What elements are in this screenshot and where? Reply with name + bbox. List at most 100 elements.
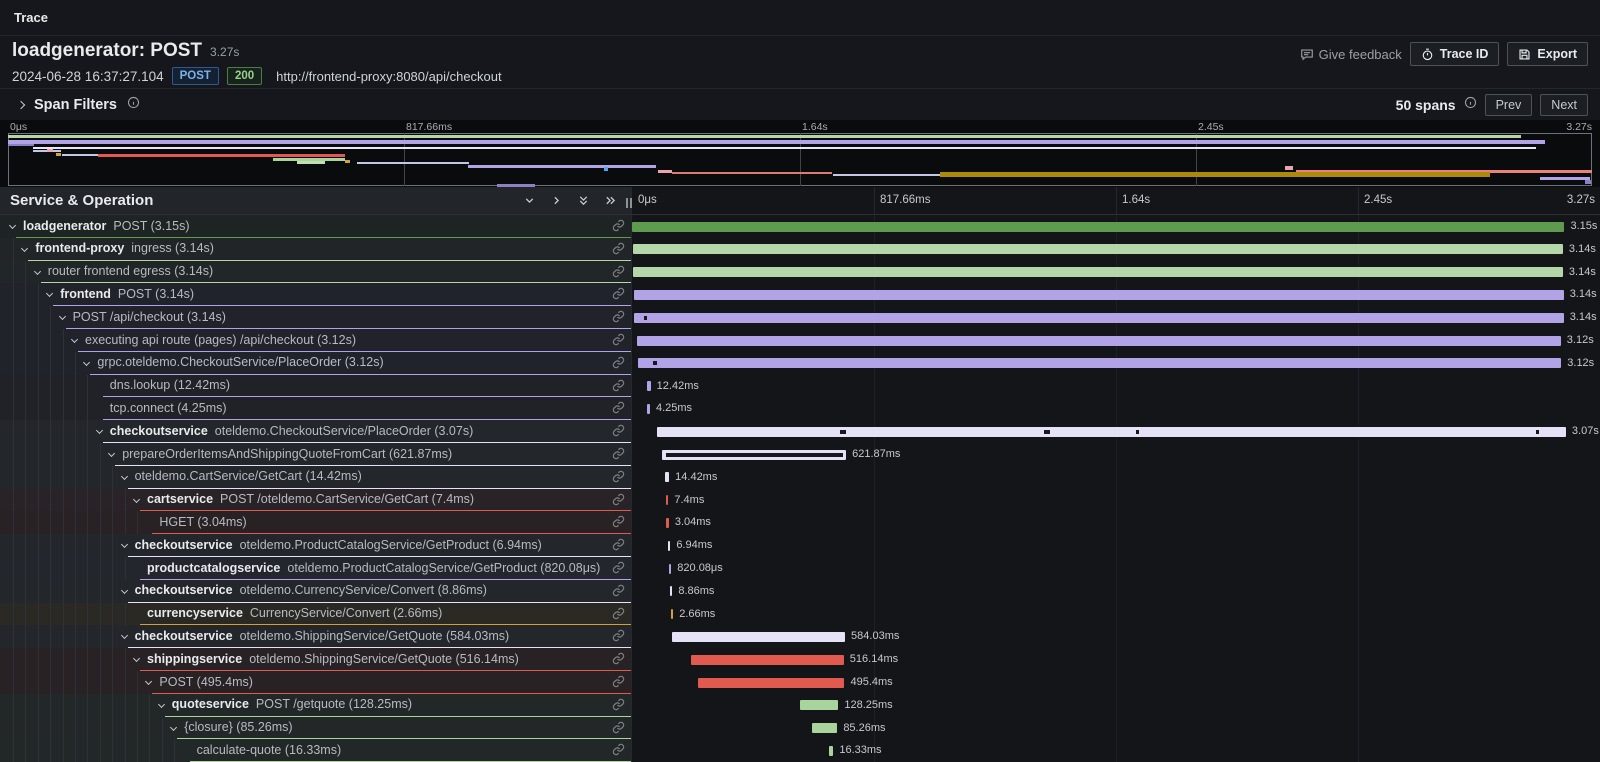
chevron-down-icon[interactable]: [170, 724, 177, 731]
chevron-down-icon[interactable]: [158, 701, 165, 708]
column-resize-handle[interactable]: [626, 198, 632, 208]
span-timeline-cell[interactable]: 6.94ms: [632, 534, 1600, 557]
span-row[interactable]: {closure} (85.26ms)85.26ms: [0, 717, 1600, 740]
span-link-icon[interactable]: [612, 310, 625, 328]
span-name-cell[interactable]: prepareOrderItemsAndShippingQuoteFromCar…: [0, 443, 632, 466]
span-name-cell[interactable]: HGET (3.04ms): [0, 511, 632, 534]
span-timeline-cell[interactable]: 85.26ms: [632, 717, 1600, 740]
span-link-icon[interactable]: [612, 470, 625, 488]
span-row[interactable]: currencyserviceCurrencyService/Convert (…: [0, 603, 1600, 626]
span-bar[interactable]: [647, 404, 650, 414]
span-name-cell[interactable]: frontendPOST (3.14s): [0, 283, 632, 306]
span-timeline-cell[interactable]: 128.25ms: [632, 694, 1600, 717]
span-name-cell[interactable]: grpc.oteldemo.CheckoutService/PlaceOrder…: [0, 352, 632, 375]
span-bar[interactable]: [633, 267, 1562, 277]
span-row[interactable]: loadgeneratorPOST (3.15s)3.15s: [0, 215, 1600, 238]
span-name-cell[interactable]: {closure} (85.26ms): [0, 717, 632, 740]
span-row[interactable]: POST (495.4ms)495.4ms: [0, 671, 1600, 694]
span-bar[interactable]: [668, 541, 671, 551]
trace-minimap[interactable]: 0μs817.66ms1.64s2.45s3.27s: [0, 120, 1600, 187]
span-bar[interactable]: [812, 723, 837, 733]
span-bar[interactable]: [633, 244, 1562, 254]
span-bar[interactable]: [698, 678, 845, 688]
span-bar[interactable]: [634, 313, 1563, 323]
span-timeline-cell[interactable]: 2.66ms: [632, 603, 1600, 626]
span-row[interactable]: checkoutserviceoteldemo.CurrencyService/…: [0, 580, 1600, 603]
span-row[interactable]: oteldemo.CartService/GetCart (14.42ms)14…: [0, 466, 1600, 489]
span-link-icon[interactable]: [612, 515, 625, 533]
span-timeline-cell[interactable]: 7.4ms: [632, 489, 1600, 512]
chevron-down-icon[interactable]: [9, 222, 16, 229]
span-link-icon[interactable]: [612, 652, 625, 670]
export-button[interactable]: Export: [1507, 42, 1588, 66]
span-timeline-cell[interactable]: 8.86ms: [632, 580, 1600, 603]
span-row[interactable]: POST /api/checkout (3.14s)3.14s: [0, 306, 1600, 329]
expand-one-icon[interactable]: [550, 194, 563, 207]
span-row[interactable]: checkoutserviceoteldemo.CheckoutService/…: [0, 420, 1600, 443]
span-link-icon[interactable]: [612, 493, 625, 511]
span-bar[interactable]: [657, 427, 1566, 437]
span-row[interactable]: quoteservicePOST /getquote (128.25ms)128…: [0, 694, 1600, 717]
span-bar[interactable]: [670, 586, 673, 596]
span-name-cell[interactable]: shippingserviceoteldemo.ShippingService/…: [0, 648, 632, 671]
span-timeline-cell[interactable]: 516.14ms: [632, 648, 1600, 671]
collapse-all-icon[interactable]: [577, 194, 590, 207]
span-timeline-cell[interactable]: 3.14s: [632, 261, 1600, 284]
span-timeline-cell[interactable]: 3.04ms: [632, 511, 1600, 534]
span-bar[interactable]: [800, 700, 838, 710]
span-link-icon[interactable]: [612, 743, 625, 761]
span-name-cell[interactable]: tcp.connect (4.25ms): [0, 397, 632, 420]
span-link-icon[interactable]: [612, 333, 625, 351]
span-link-icon[interactable]: [612, 401, 625, 419]
span-link-icon[interactable]: [612, 265, 625, 283]
chevron-down-icon[interactable]: [83, 359, 90, 366]
span-row[interactable]: calculate-quote (16.33ms)16.33ms: [0, 739, 1600, 762]
span-row[interactable]: productcatalogserviceoteldemo.ProductCat…: [0, 557, 1600, 580]
span-name-cell[interactable]: checkoutserviceoteldemo.CurrencyService/…: [0, 580, 632, 603]
span-name-cell[interactable]: calculate-quote (16.33ms): [0, 739, 632, 762]
span-bar[interactable]: [647, 381, 651, 391]
span-timeline-cell[interactable]: 584.03ms: [632, 625, 1600, 648]
span-bar[interactable]: [669, 564, 672, 574]
span-name-cell[interactable]: checkoutserviceoteldemo.CheckoutService/…: [0, 420, 632, 443]
chevron-down-icon[interactable]: [96, 427, 103, 434]
span-name-cell[interactable]: productcatalogserviceoteldemo.ProductCat…: [0, 557, 632, 580]
span-link-icon[interactable]: [612, 242, 625, 260]
span-name-cell[interactable]: checkoutserviceoteldemo.ShippingService/…: [0, 625, 632, 648]
chevron-down-icon[interactable]: [133, 655, 140, 662]
chevron-down-icon[interactable]: [46, 290, 53, 297]
span-link-icon[interactable]: [612, 219, 625, 237]
span-row[interactable]: prepareOrderItemsAndShippingQuoteFromCar…: [0, 443, 1600, 466]
span-link-icon[interactable]: [612, 561, 625, 579]
span-row[interactable]: frontendPOST (3.14s)3.14s: [0, 283, 1600, 306]
next-button[interactable]: Next: [1540, 94, 1588, 116]
span-timeline-cell[interactable]: 4.25ms: [632, 397, 1600, 420]
span-link-icon[interactable]: [612, 607, 625, 625]
span-name-cell[interactable]: checkoutserviceoteldemo.ProductCatalogSe…: [0, 534, 632, 557]
chevron-down-icon[interactable]: [108, 450, 115, 457]
span-row[interactable]: cartservicePOST /oteldemo.CartService/Ge…: [0, 489, 1600, 512]
span-name-cell[interactable]: POST /api/checkout (3.14s): [0, 306, 632, 329]
span-timeline-cell[interactable]: 12.42ms: [632, 375, 1600, 398]
span-timeline-cell[interactable]: 3.07s: [632, 420, 1600, 443]
span-row[interactable]: executing api route (pages) /api/checkou…: [0, 329, 1600, 352]
span-name-cell[interactable]: loadgeneratorPOST (3.15s): [0, 215, 632, 238]
span-link-icon[interactable]: [612, 424, 625, 442]
span-timeline-cell[interactable]: 820.08μs: [632, 557, 1600, 580]
chevron-down-icon[interactable]: [145, 678, 152, 685]
chevron-down-icon[interactable]: [121, 473, 128, 480]
span-link-icon[interactable]: [612, 379, 625, 397]
span-bar[interactable]: [637, 336, 1560, 346]
span-link-icon[interactable]: [612, 675, 625, 693]
span-timeline-cell[interactable]: 16.33ms: [632, 739, 1600, 762]
span-name-cell[interactable]: executing api route (pages) /api/checkou…: [0, 329, 632, 352]
chevron-down-icon[interactable]: [59, 313, 66, 320]
span-link-icon[interactable]: [612, 287, 625, 305]
span-name-cell[interactable]: POST (495.4ms): [0, 671, 632, 694]
span-bar[interactable]: [666, 518, 669, 528]
chevron-down-icon[interactable]: [133, 496, 140, 503]
chevron-right-icon[interactable]: [17, 100, 25, 108]
span-name-cell[interactable]: dns.lookup (12.42ms): [0, 375, 632, 398]
span-bar[interactable]: [672, 632, 845, 642]
span-bar[interactable]: [671, 609, 674, 619]
